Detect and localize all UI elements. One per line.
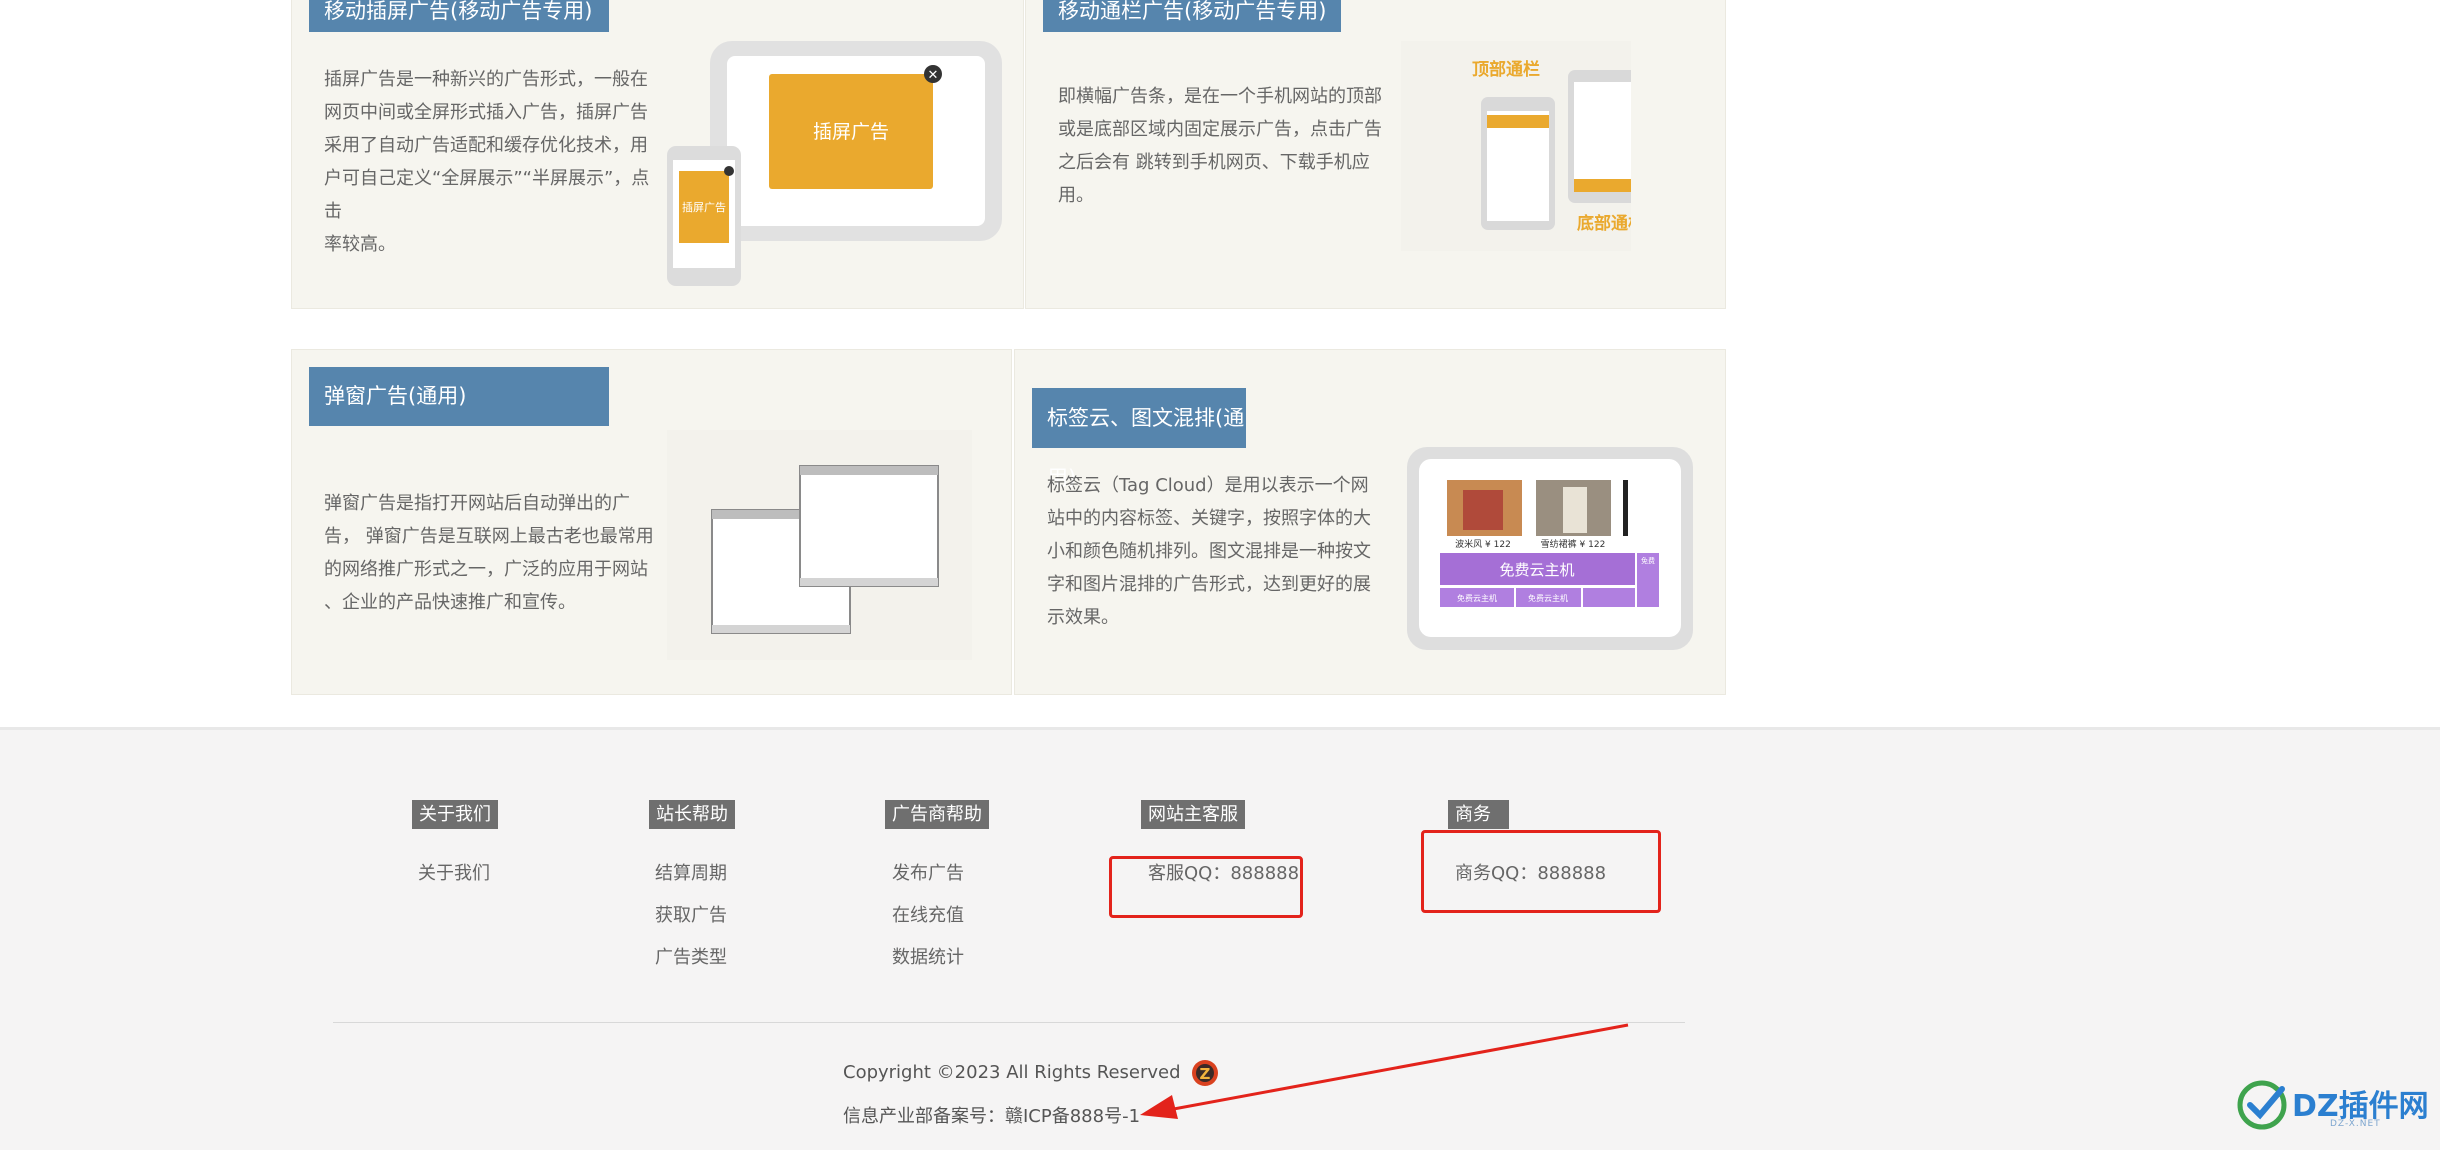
watermark-subtext: DZ-X.NET [2330, 1119, 2381, 1129]
interstitial-ad-illustration: 插屏广告 ✕ 插屏广告 [667, 41, 1002, 286]
svg-text:波米风 ¥ 122: 波米风 ¥ 122 [1455, 538, 1511, 550]
banner-ad-illustration: 顶部通栏 底部通栏 [1401, 41, 1631, 251]
footer-link-recharge[interactable]: 在线充值 [892, 901, 964, 927]
footer-link-ad-types[interactable]: 广告类型 [655, 943, 727, 969]
footer-heading-advertiser-help: 广告商帮助 [885, 800, 989, 829]
card-description: 标签云（Tag Cloud）是用以表示一个网 站中的内容标签、关键字，按照字体的… [1047, 475, 1371, 628]
svg-text:插屏广告: 插屏广告 [813, 121, 889, 143]
checkmark-logo-icon [2237, 1080, 2287, 1130]
card-title: 标签云、图文混排(通用) [1032, 388, 1246, 490]
footer-link-publish-ad[interactable]: 发布广告 [892, 859, 964, 885]
footer-heading-about: 关于我们 [412, 800, 498, 829]
icp-record[interactable]: 信息产业部备案号：赣ICP备888号-1 [843, 1102, 1140, 1128]
footer-link-settlement-cycle[interactable]: 结算周期 [655, 859, 727, 885]
svg-text:✕: ✕ [928, 68, 939, 83]
footer-heading-webmaster-help: 站长帮助 [649, 800, 735, 829]
card-description: 即横幅广告条，是在一个手机网站的顶部 或是底部区域内固定展示广告，点击广告 之后… [1058, 86, 1382, 206]
svg-text:免费云主机: 免费云主机 [1528, 593, 1568, 603]
footer-link-statistics[interactable]: 数据统计 [892, 943, 964, 969]
annotation-box-support [1109, 856, 1303, 918]
card-title: 移动通栏广告(移动广告专用) [1043, 0, 1341, 32]
svg-text:免费云主机: 免费云主机 [1499, 561, 1574, 579]
svg-text:免费: 免费 [1641, 556, 1655, 565]
footer-heading-business: 商务 [1448, 800, 1509, 829]
card-description: 插屏广告是一种新兴的广告形式，一般在 网页中间或全屏形式插入广告，插屏广告 采用… [324, 69, 650, 255]
ad-card-banner: 移动通栏广告(移动广告专用) 即横幅广告条，是在一个手机网站的顶部 或是底部区域… [1025, 0, 1726, 309]
watermark: DZ插件网 DZ-X.NET [2236, 1077, 2436, 1133]
ad-card-interstitial: 移动插屏广告(移动广告专用) 插屏广告是一种新兴的广告形式，一般在 网页中间或全… [291, 0, 1024, 309]
tagcloud-ad-illustration: 波米风 ¥ 122 雪纺裙裤 ¥ 122 免费云主机 免费 免费云主机 免费云主… [1407, 447, 1693, 650]
svg-text:雪纺裙裤 ¥ 122: 雪纺裙裤 ¥ 122 [1541, 538, 1606, 550]
card-description: 弹窗广告是指打开网站后自动弹出的广 告， 弹窗广告是互联网上最古老也最常用 的网… [324, 493, 654, 613]
svg-text:底部通栏: 底部通栏 [1577, 213, 1631, 234]
svg-text:顶部通栏: 顶部通栏 [1472, 59, 1540, 80]
svg-text:插屏广告: 插屏广告 [682, 200, 726, 214]
popup-ad-illustration [667, 430, 972, 660]
annotation-arrow-icon [1140, 1023, 1629, 1119]
ad-card-tagcloud: 标签云、图文混排(通用) 标签云（Tag Cloud）是用以表示一个网 站中的内… [1014, 349, 1726, 695]
footer-link-get-ads[interactable]: 获取广告 [655, 901, 727, 927]
annotation-box-business [1421, 830, 1661, 913]
ad-card-popup: 弹窗广告(通用) 弹窗广告是指打开网站后自动弹出的广 告， 弹窗广告是互联网上最… [291, 349, 1012, 695]
card-title: 移动插屏广告(移动广告专用) [309, 0, 609, 32]
footer-heading-webmaster-support: 网站主客服 [1141, 800, 1245, 829]
footer-link-about-us[interactable]: 关于我们 [418, 859, 490, 885]
card-title: 弹窗广告(通用) [309, 367, 609, 426]
svg-text:免费云主机: 免费云主机 [1457, 593, 1497, 603]
